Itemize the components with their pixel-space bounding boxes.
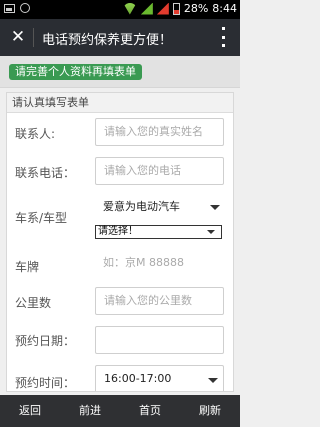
battery-percent: 28% — [183, 2, 209, 15]
chevron-down-icon — [208, 378, 218, 383]
car-model-value: 请选择！ — [98, 226, 138, 237]
signal-weak-icon — [156, 2, 169, 15]
mileage-label: 公里数 — [15, 296, 52, 310]
status-bar: 28% 8:44 — [0, 0, 240, 19]
refresh-button[interactable]: 刷新 — [180, 395, 240, 427]
phone-label: 联系电话： — [15, 166, 76, 180]
chevron-down-icon — [207, 230, 215, 234]
mileage-input[interactable]: 请输入您的公里数 — [95, 287, 224, 315]
date-label: 预约日期： — [15, 334, 76, 348]
page-title: 电话预约保养更方便！ — [42, 33, 173, 48]
date-input[interactable] — [95, 326, 224, 354]
plate-label: 车牌 — [15, 260, 40, 274]
alarm-icon — [20, 3, 30, 13]
car-series-value: 爱意为电动汽车 — [103, 200, 180, 213]
phone-input[interactable]: 请输入您的电话 — [95, 157, 224, 185]
car-label: 车系/车型 — [15, 211, 68, 225]
car-series-select[interactable]: 爱意为电动汽车 — [95, 193, 224, 221]
contact-name-input[interactable]: 请输入您的真实姓名 — [95, 118, 224, 146]
back-button[interactable]: 返回 — [0, 395, 60, 427]
bottom-nav: 返回 前进 首页 刷新 — [0, 395, 240, 427]
forward-button[interactable]: 前进 — [60, 395, 120, 427]
battery-icon — [172, 2, 180, 15]
image-notification-icon — [4, 3, 15, 13]
notice-bar: 请完善个人资料再填表单 — [0, 56, 240, 88]
car-model-select[interactable]: 请选择！ — [95, 225, 222, 239]
wifi-icon — [122, 2, 137, 15]
time-value: 16:00-17:00 — [104, 372, 172, 385]
clock: 8:44 — [212, 2, 237, 15]
form-header: 请认真填写表单 — [7, 93, 233, 113]
contact-label: 联系人: — [15, 127, 56, 141]
plate-input[interactable]: 如：京M 88888 — [95, 250, 224, 278]
home-button[interactable]: 首页 — [120, 395, 180, 427]
app-header: ✕ 电话预约保养更方便！ — [0, 19, 240, 56]
chevron-down-icon — [210, 205, 220, 210]
header-divider — [33, 28, 34, 47]
close-icon[interactable]: ✕ — [8, 27, 28, 47]
time-label: 预约时间： — [15, 376, 76, 390]
more-vertical-icon[interactable] — [214, 27, 232, 47]
complete-profile-link[interactable]: 请完善个人资料再填表单 — [9, 64, 142, 80]
signal-icon — [140, 2, 153, 15]
time-select[interactable]: 16:00-17:00 — [95, 365, 224, 391]
appointment-form: 请认真填写表单 联系人: 请输入您的真实姓名 联系电话： 请输入您的电话 车系/… — [6, 92, 234, 392]
